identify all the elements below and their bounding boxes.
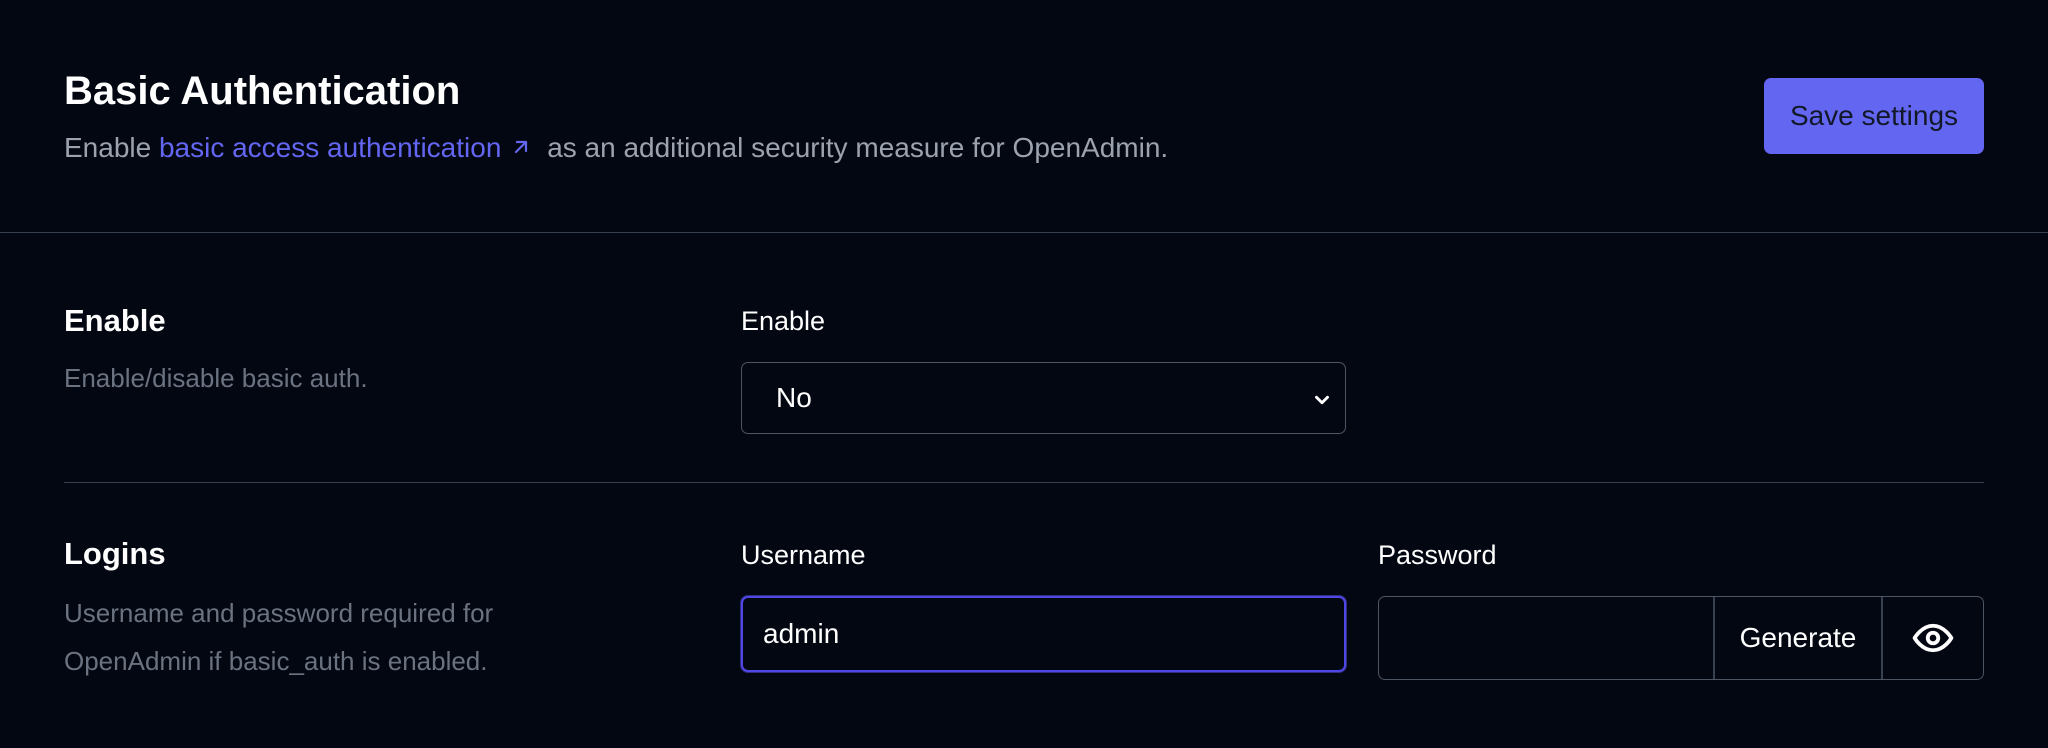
enable-select[interactable]: No <box>741 362 1346 434</box>
logins-section-description: Username and password required for OpenA… <box>64 598 494 676</box>
page-header: Basic Authentication Enable basic access… <box>0 0 2048 233</box>
logins-section-title: Logins <box>64 536 166 571</box>
enable-section-title: Enable <box>64 303 166 338</box>
username-input[interactable]: admin <box>741 596 1346 672</box>
password-input[interactable] <box>1379 597 1715 679</box>
desc-prefix: Enable <box>64 132 152 163</box>
username-input-value[interactable]: admin <box>763 616 839 652</box>
section-divider <box>64 482 1984 483</box>
username-label: Username <box>741 540 866 570</box>
basic-auth-link[interactable]: basic access authentication <box>159 132 539 163</box>
basic-auth-link-text[interactable]: basic access authentication <box>159 132 501 163</box>
chevron-down-icon <box>1315 395 1329 405</box>
enable-select-value: No <box>776 382 812 413</box>
toggle-password-visibility-button[interactable] <box>1883 597 1983 679</box>
desc-suffix: as an additional security measure for Op… <box>547 132 1169 163</box>
eye-icon[interactable] <box>1912 617 1954 659</box>
page-description: Enable basic access authentication as an… <box>64 130 1168 166</box>
generate-password-button[interactable]: Generate <box>1715 597 1883 679</box>
save-settings-button[interactable]: Save settings <box>1764 78 1984 154</box>
page-title: Basic Authentication <box>64 69 461 113</box>
password-field-group: Generate <box>1378 596 1984 680</box>
enable-field-label: Enable <box>741 306 826 336</box>
enable-section-description: Enable/disable basic auth. <box>64 363 368 393</box>
external-link-icon[interactable] <box>509 135 533 159</box>
password-label: Password <box>1378 540 1497 570</box>
